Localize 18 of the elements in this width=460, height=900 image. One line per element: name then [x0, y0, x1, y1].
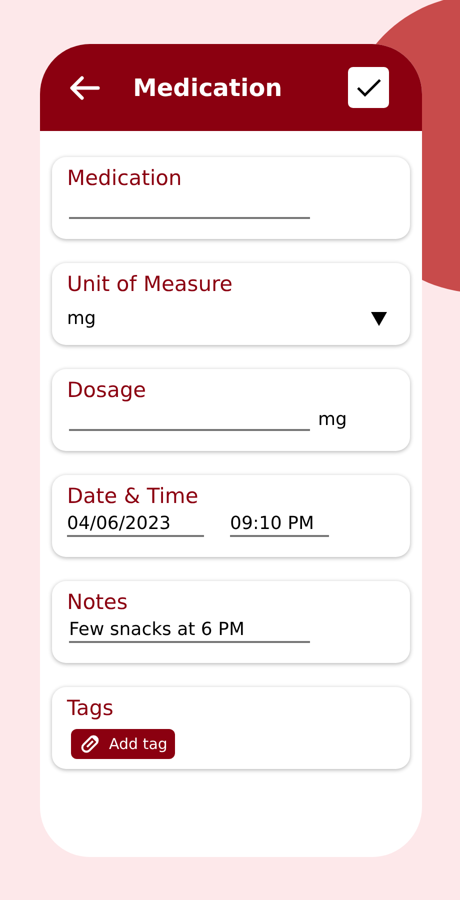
- input-field[interactable]: 04/06/2023: [67, 511, 204, 537]
- field-label: Date & Time: [67, 483, 200, 510]
- back-arrow-icon[interactable]: [70, 74, 102, 102]
- input-field[interactable]: Few snacks at 6 PM: [69, 617, 310, 643]
- header-title: Medication: [133, 72, 282, 104]
- add-tag-button[interactable]: Add tag: [71, 729, 176, 759]
- field-label: Notes: [67, 589, 129, 616]
- field-label: Tags: [67, 695, 114, 722]
- input-field[interactable]: 09:10 PM: [230, 511, 329, 537]
- field-label: Unit of Measure: [67, 271, 234, 298]
- checkmark-icon: [356, 78, 382, 98]
- dropdown-arrow-icon: [371, 312, 387, 326]
- capsule-icon: [79, 733, 101, 755]
- save-button[interactable]: [348, 67, 389, 108]
- unit-dropdown[interactable]: mg: [67, 305, 395, 332]
- field-label: Medication: [67, 165, 183, 192]
- field-label: Dosage: [67, 377, 148, 404]
- unit-suffix: mg: [318, 409, 347, 431]
